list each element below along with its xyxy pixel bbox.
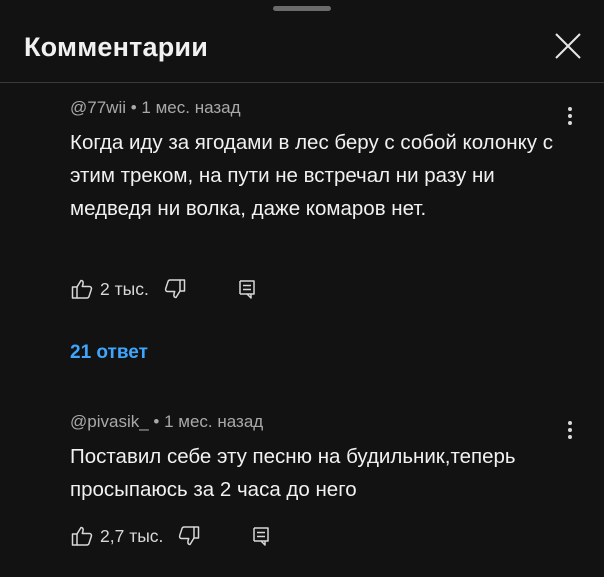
- more-vertical-icon[interactable]: [560, 418, 580, 444]
- comments-header: Комментарии: [0, 0, 604, 83]
- reply-icon[interactable]: [235, 277, 259, 301]
- comment-time: 1 мес. назад: [164, 412, 264, 431]
- thumbs-down-icon[interactable]: [177, 524, 201, 548]
- comment-meta: @pivasik_ • 1 мес. назад: [70, 412, 570, 432]
- comment-item: @pivasik_ • 1 мес. назад Поставил себе э…: [70, 412, 570, 506]
- comment-time: 1 мес. назад: [141, 98, 241, 117]
- like-count: 2 тыс.: [100, 278, 149, 299]
- comment-item: @77wii • 1 мес. назад Когда иду за ягода…: [70, 98, 570, 225]
- comment-actions: 2,7 тыс.: [70, 521, 273, 551]
- close-icon[interactable]: [552, 30, 584, 62]
- thumbs-up-icon[interactable]: [70, 277, 94, 301]
- comment-actions: 2 тыс.: [70, 274, 259, 304]
- comment-author[interactable]: @pivasik_: [70, 412, 149, 431]
- replies-link[interactable]: 21 ответ: [70, 342, 148, 364]
- reply-icon[interactable]: [249, 524, 273, 548]
- thumbs-up-icon[interactable]: [70, 524, 94, 548]
- comment-text: Когда иду за ягодами в лес беру с собой …: [70, 131, 553, 220]
- comment-meta: @77wii • 1 мес. назад: [70, 98, 570, 118]
- meta-separator: •: [153, 412, 165, 431]
- comment-author[interactable]: @77wii: [70, 98, 126, 117]
- thumbs-down-icon[interactable]: [163, 277, 187, 301]
- like-count: 2,7 тыс.: [100, 525, 164, 546]
- comment-text: Поставил себе эту песню на будильник,теп…: [70, 445, 516, 501]
- more-vertical-icon[interactable]: [560, 104, 580, 130]
- meta-separator: •: [130, 98, 142, 117]
- page-title: Комментарии: [24, 32, 209, 62]
